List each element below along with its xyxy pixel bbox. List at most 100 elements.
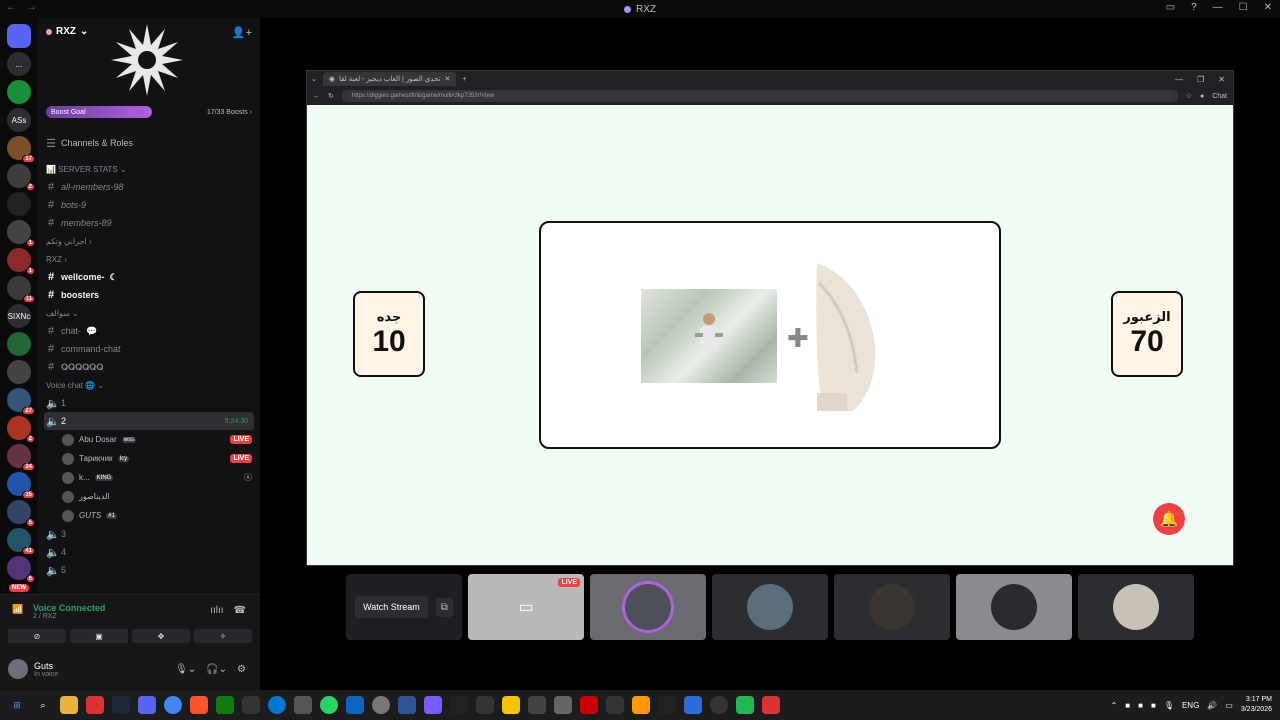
- app-icon[interactable]: [476, 696, 494, 714]
- help-icon[interactable]: ?: [1191, 2, 1197, 13]
- voice-user[interactable]: Тарикчик Icy LIVE: [38, 449, 260, 468]
- channel-chat[interactable]: # chat- 💬: [38, 322, 260, 340]
- discord-home-icon[interactable]: [7, 24, 31, 48]
- app-icon[interactable]: [346, 696, 364, 714]
- app-icon[interactable]: [528, 696, 546, 714]
- server-icon[interactable]: [7, 332, 31, 356]
- capcut-icon[interactable]: [658, 696, 676, 714]
- steam-icon[interactable]: [112, 696, 130, 714]
- server-icon[interactable]: 17: [7, 136, 35, 163]
- voice-status[interactable]: Voice Connected: [33, 603, 105, 613]
- server-icon[interactable]: 11: [7, 276, 35, 303]
- rockstar-icon[interactable]: [580, 696, 598, 714]
- voice-channel-3[interactable]: 🔈 3: [38, 525, 260, 543]
- camera-off-button[interactable]: ⊘: [8, 629, 66, 643]
- battery-icon[interactable]: ▭: [1225, 701, 1233, 710]
- profile-icon[interactable]: ●: [1200, 93, 1204, 100]
- tray-app-icon[interactable]: ■: [1151, 701, 1156, 710]
- voice-user[interactable]: k... KING ⓧ: [38, 468, 260, 487]
- back-icon[interactable]: ←: [313, 93, 320, 100]
- voice-user[interactable]: الديناصور: [38, 487, 260, 506]
- boost-goal[interactable]: Boost Goal 17/33 Boosts ›: [46, 106, 252, 118]
- app-icon[interactable]: [736, 696, 754, 714]
- app-icon[interactable]: [762, 696, 780, 714]
- category-rxz[interactable]: RXZ ›: [38, 250, 260, 268]
- watch-stream-button[interactable]: Watch Stream: [355, 596, 428, 618]
- app-icon[interactable]: [502, 696, 520, 714]
- close-icon[interactable]: ✕: [1264, 2, 1272, 13]
- minimize-icon[interactable]: —: [1175, 75, 1183, 84]
- voice-user[interactable]: Abu Dosar wss LIVE: [38, 430, 260, 449]
- server-icon[interactable]: 41: [7, 528, 35, 555]
- disconnect-icon[interactable]: ☎: [234, 605, 246, 616]
- server-icon[interactable]: [7, 360, 31, 384]
- clock[interactable]: 3:17 PM 3/23/2026: [1241, 695, 1272, 715]
- server-icon[interactable]: ...: [7, 52, 31, 76]
- browser-tab[interactable]: ◉ تحدي الصور | العاب ديجيز - لعبة لقا ✕: [322, 72, 457, 86]
- server-icon[interactable]: [7, 192, 31, 216]
- notification-bell-button[interactable]: 🔔: [1153, 503, 1185, 535]
- database-icon[interactable]: [554, 696, 572, 714]
- inbox-icon[interactable]: ▭: [1166, 2, 1175, 13]
- chrome-icon[interactable]: [164, 696, 182, 714]
- word-icon[interactable]: [398, 696, 416, 714]
- app-icon[interactable]: [710, 696, 728, 714]
- participant-tile[interactable]: [834, 574, 950, 640]
- windows-start-icon[interactable]: ⊞: [8, 696, 26, 714]
- app-icon[interactable]: [684, 696, 702, 714]
- screen-share-button[interactable]: ▣: [70, 629, 128, 643]
- tray-app-icon[interactable]: ■: [1125, 701, 1130, 710]
- channels-roles-link[interactable]: ☰ Channels & Roles: [38, 134, 260, 152]
- maximize-icon[interactable]: ☐: [1239, 2, 1248, 13]
- unity-icon[interactable]: [606, 696, 624, 714]
- channel-command-chat[interactable]: # command-chat: [38, 340, 260, 358]
- app-icon[interactable]: [86, 696, 104, 714]
- participant-tile[interactable]: [712, 574, 828, 640]
- microphone-icon[interactable]: 🎙⌄: [175, 664, 196, 675]
- participant-tile[interactable]: [1078, 574, 1194, 640]
- participant-tile[interactable]: [590, 574, 706, 640]
- epic-games-icon[interactable]: [242, 696, 260, 714]
- avatar[interactable]: [8, 659, 28, 679]
- server-icon[interactable]: 5: [7, 500, 35, 527]
- star-icon[interactable]: ☆: [1186, 92, 1192, 100]
- whatsapp-icon[interactable]: [320, 696, 338, 714]
- restore-icon[interactable]: ❐: [1197, 75, 1204, 84]
- close-icon[interactable]: ✕: [1218, 75, 1225, 84]
- participant-tile[interactable]: [956, 574, 1072, 640]
- popout-icon[interactable]: ⧉: [435, 597, 453, 617]
- server-icon[interactable]: ASs: [7, 108, 31, 132]
- app-icon[interactable]: [450, 696, 468, 714]
- xbox-icon[interactable]: [216, 696, 234, 714]
- close-icon[interactable]: ✕: [444, 75, 450, 83]
- voice-channel-1[interactable]: 🔈 1: [38, 394, 260, 412]
- channel-styled[interactable]: # 𝐐𝐐𝐐𝐐𝐐𝐐: [38, 358, 260, 376]
- microphone-icon[interactable]: 🎙: [1164, 701, 1174, 710]
- search-icon[interactable]: ⌕: [34, 696, 52, 714]
- category-server-stats[interactable]: 📊 SERVER STATS ⌄: [38, 160, 260, 178]
- address-bar[interactable]: https://diggies.games/tlt/&/game/multi/c…: [341, 90, 1178, 102]
- nav-arrows-icon[interactable]: ← →: [6, 2, 41, 13]
- channel-members[interactable]: # members-89: [38, 214, 260, 232]
- server-icon[interactable]: 34: [7, 444, 35, 471]
- server-icon[interactable]: 35: [7, 472, 35, 499]
- language-indicator[interactable]: ENG: [1182, 701, 1199, 710]
- brave-icon[interactable]: [190, 696, 208, 714]
- tray-app-icon[interactable]: ■: [1138, 701, 1143, 710]
- file-explorer-icon[interactable]: [60, 696, 78, 714]
- activities-button[interactable]: ✥: [132, 629, 190, 643]
- volume-icon[interactable]: 🔊: [1207, 701, 1217, 710]
- new-tab-icon[interactable]: +: [462, 76, 466, 83]
- voice-channel-4[interactable]: 🔈 4: [38, 543, 260, 561]
- server-icon[interactable]: 1: [7, 248, 35, 275]
- user-info[interactable]: Guts In voice: [34, 661, 58, 678]
- app-icon[interactable]: [372, 696, 390, 714]
- app-icon[interactable]: [424, 696, 442, 714]
- gear-icon[interactable]: ⚙: [237, 664, 246, 675]
- server-icon[interactable]: 27: [7, 388, 35, 415]
- channel-wellcome[interactable]: # wellcome- ☾: [38, 268, 260, 286]
- reload-icon[interactable]: ↻: [328, 92, 334, 100]
- voice-channel-2[interactable]: 🔈 2 5:24:30: [44, 412, 254, 430]
- minimize-icon[interactable]: —: [1213, 2, 1223, 13]
- headphones-icon[interactable]: 🎧⌄: [206, 664, 227, 675]
